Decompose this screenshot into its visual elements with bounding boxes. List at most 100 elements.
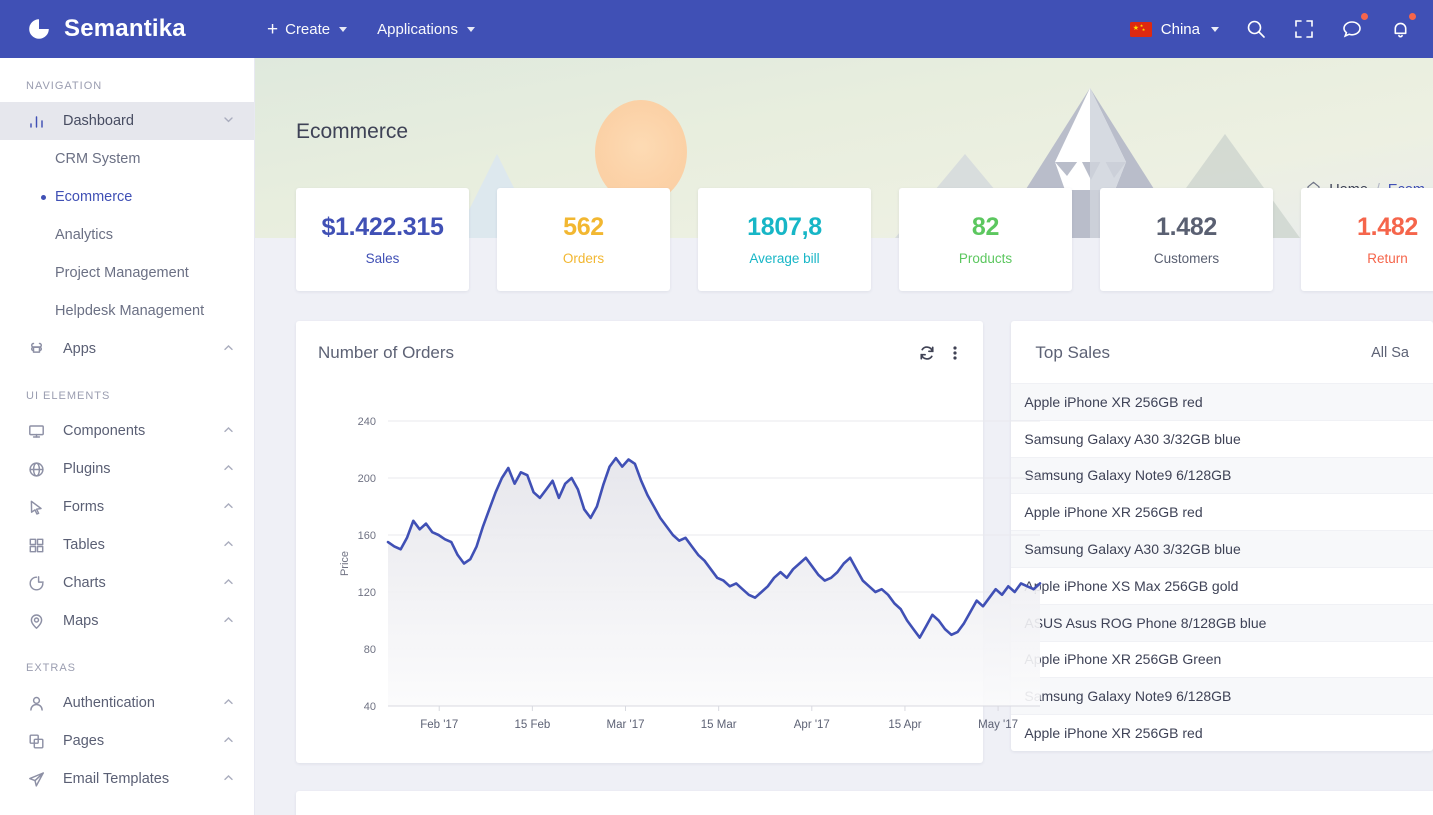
sidebar-item-plugins[interactable]: Plugins xyxy=(0,450,254,488)
top-sales-row[interactable]: Apple iPhone XR 256GB red xyxy=(1011,714,1433,751)
sidebar-item-apps[interactable]: Apps xyxy=(0,330,254,368)
stat-value: 82 xyxy=(971,213,1000,241)
charts-row: Number of Orders 40 80 120 160 200 240 P… xyxy=(296,321,1433,763)
stat-label: Sales xyxy=(365,251,400,266)
create-menu-label: Create xyxy=(285,20,331,38)
stat-value: 1807,8 xyxy=(747,213,822,241)
bar-chart-icon xyxy=(26,113,46,130)
sidebar-subitem-ecommerce[interactable]: Ecommerce xyxy=(0,178,254,216)
orders-card-header: Number of Orders xyxy=(296,321,983,371)
stat-value: 1.482 xyxy=(1155,213,1218,241)
sidebar-item-label: Tables xyxy=(63,537,105,553)
stat-value: 1.482 xyxy=(1356,213,1419,241)
sidebar-item-label: Maps xyxy=(63,613,99,629)
language-label: China xyxy=(1160,20,1200,38)
chevron-down-icon xyxy=(223,114,234,128)
globe-icon xyxy=(26,461,46,478)
plus-icon: + xyxy=(267,18,279,40)
sidebar-item-pages[interactable]: Pages xyxy=(0,722,254,760)
sidebar-item-charts[interactable]: Charts xyxy=(0,564,254,602)
fullscreen-icon[interactable] xyxy=(1293,18,1315,40)
sidebar-item-maps[interactable]: Maps xyxy=(0,602,254,640)
top-bar-actions: ★ ★ ★ China xyxy=(1129,13,1433,40)
chevron-up-icon xyxy=(223,772,234,786)
top-sales-title: Top Sales xyxy=(1035,343,1111,362)
top-sales-row[interactable]: ASUS Asus ROG Phone 8/128GB blue xyxy=(1011,603,1433,641)
stat-card-average-bill: 1807,8 Average bill xyxy=(698,188,871,291)
sidebar-item-dashboard[interactable]: Dashboard xyxy=(0,102,254,140)
bell-notification-badge xyxy=(1409,13,1416,20)
create-menu-button[interactable]: + Create xyxy=(267,18,348,40)
sidebar-subitem-helpdesk-management[interactable]: Helpdesk Management xyxy=(0,292,254,330)
sidebar-item-email-templates[interactable]: Email Templates xyxy=(0,760,254,798)
sidebar-subitem-label: Helpdesk Management xyxy=(55,303,205,319)
svg-text:120: 120 xyxy=(358,587,376,599)
cursor-icon xyxy=(26,499,46,516)
chat-icon[interactable] xyxy=(1341,13,1368,40)
applications-menu-label: Applications xyxy=(377,20,459,38)
app-root: Semantika + Create Applications ★ ★ ★ Chin… xyxy=(0,0,1433,815)
top-sales-row[interactable]: Samsung Galaxy Note9 6/128GB xyxy=(1011,456,1433,494)
stat-cards-row: $1.422.315 Sales 562 Orders 1807,8 Average bi… xyxy=(296,188,1433,291)
china-flag-icon: ★ ★ ★ xyxy=(1129,21,1152,37)
svg-text:15 Mar: 15 Mar xyxy=(701,719,737,731)
chevron-up-icon xyxy=(223,424,234,438)
applications-menu-button[interactable]: Applications xyxy=(377,20,476,38)
chevron-down-icon xyxy=(467,26,476,32)
sidebar-item-authentication[interactable]: Authentication xyxy=(0,684,254,722)
brand-logo-area[interactable]: Semantika xyxy=(0,15,255,43)
all-sales-link[interactable]: All Sa xyxy=(1371,345,1409,361)
monitor-icon xyxy=(26,423,46,440)
top-sales-list: Apple iPhone XR 256GB red Samsung Galaxy … xyxy=(1011,383,1433,751)
top-sales-row[interactable]: Apple iPhone XR 256GB Green xyxy=(1011,640,1433,678)
bottom-card xyxy=(296,791,1433,815)
sidebar-item-label: Charts xyxy=(63,575,106,591)
user-icon xyxy=(26,695,46,712)
copy-pages-icon xyxy=(26,733,46,750)
svg-text:Apr '17: Apr '17 xyxy=(794,719,830,731)
sidebar-subitem-crm-system[interactable]: CRM System xyxy=(0,140,254,178)
sidebar-subitem-project-management[interactable]: Project Management xyxy=(0,254,254,292)
sidebar-navigation: NAVIGATION Dashboard CRM System Ecommerce An… xyxy=(0,58,255,815)
table-grid-icon xyxy=(26,537,46,554)
chevron-up-icon xyxy=(223,500,234,514)
stat-label: Average bill xyxy=(749,251,820,266)
sidebar-section-title: UI ELEMENTS xyxy=(26,390,111,402)
sidebar-subitem-label: CRM System xyxy=(55,151,141,167)
svg-text:15 Feb: 15 Feb xyxy=(514,719,550,731)
brand-name: Semantika xyxy=(64,15,186,42)
sidebar-item-forms[interactable]: Forms xyxy=(0,488,254,526)
top-sales-row[interactable]: Apple iPhone XR 256GB red xyxy=(1011,493,1433,530)
sidebar-item-components[interactable]: Components xyxy=(0,412,254,450)
chevron-down-icon xyxy=(1211,26,1219,32)
search-icon[interactable] xyxy=(1245,18,1267,40)
language-selector[interactable]: ★ ★ ★ China xyxy=(1129,20,1219,38)
top-sales-row[interactable]: Apple iPhone XS Max 256GB gold xyxy=(1011,566,1433,604)
sidebar-item-label: Apps xyxy=(63,341,97,357)
stat-value: 562 xyxy=(563,213,604,241)
top-sales-row[interactable]: Samsung Galaxy Note9 6/128GB xyxy=(1011,677,1433,715)
refresh-icon[interactable] xyxy=(919,345,935,361)
chat-notification-badge xyxy=(1361,13,1368,20)
bell-icon[interactable] xyxy=(1389,13,1416,40)
stat-card-sales: $1.422.315 Sales xyxy=(296,188,469,291)
sidebar-subitem-analytics[interactable]: Analytics xyxy=(0,216,254,254)
stat-value: $1.422.315 xyxy=(321,213,444,241)
map-pin-icon xyxy=(26,613,46,630)
sidebar-subitem-label: Project Management xyxy=(55,265,189,281)
sidebar-item-tables[interactable]: Tables xyxy=(0,526,254,564)
sidebar-subitem-label: Ecommerce xyxy=(55,189,133,205)
svg-text:80: 80 xyxy=(364,644,376,656)
more-vertical-icon[interactable] xyxy=(953,345,957,361)
svg-text:Feb '17: Feb '17 xyxy=(420,719,458,731)
stat-label: Customers xyxy=(1153,251,1220,266)
top-sales-row[interactable]: Samsung Galaxy A30 3/32GB blue xyxy=(1011,530,1433,567)
chevron-up-icon xyxy=(223,538,234,552)
dashboard-content: Number of Orders 40 80 120 160 200 240 P… xyxy=(296,321,1433,815)
paper-plane-icon xyxy=(26,771,46,788)
active-bullet-icon xyxy=(41,194,46,200)
stat-label: Products xyxy=(958,251,1013,266)
top-sales-row[interactable]: Samsung Galaxy A30 3/32GB blue xyxy=(1011,419,1433,457)
top-sales-row[interactable]: Apple iPhone XR 256GB red xyxy=(1011,383,1433,420)
sidebar-item-label: Pages xyxy=(63,733,105,749)
